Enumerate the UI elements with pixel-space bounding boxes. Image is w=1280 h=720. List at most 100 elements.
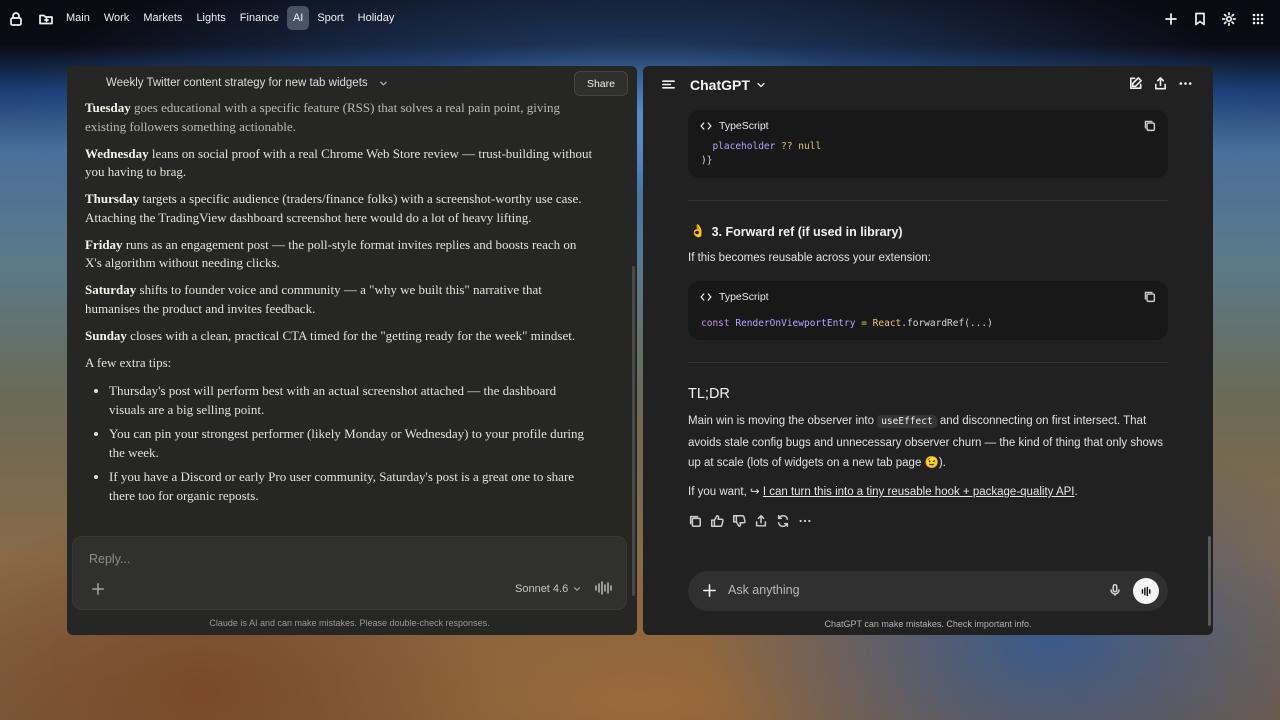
code-line: )} bbox=[701, 155, 713, 166]
voice-waveform-icon bbox=[1141, 586, 1150, 596]
copy-icon[interactable] bbox=[688, 514, 702, 533]
thumbs-up-icon[interactable] bbox=[710, 514, 724, 533]
section-title: 3. Forward ref (if used in library) bbox=[711, 224, 903, 239]
share-icon[interactable] bbox=[1153, 76, 1168, 96]
model-title: ChatGPT bbox=[690, 77, 750, 93]
prompt-box[interactable]: Ask anything bbox=[688, 571, 1168, 611]
code-token: React bbox=[872, 318, 902, 329]
code-token: forwardRef bbox=[907, 318, 965, 329]
divider bbox=[688, 362, 1168, 363]
top-bar: Main Work Markets Lights Finance AI Spor… bbox=[0, 0, 1280, 38]
nav-item-sport[interactable]: Sport bbox=[311, 6, 349, 30]
text-segment: . bbox=[1074, 486, 1078, 498]
day-label: Friday bbox=[85, 236, 123, 252]
nav-item-markets[interactable]: Markets bbox=[137, 6, 188, 30]
voice-mode-button[interactable] bbox=[1133, 578, 1159, 604]
list-item: Thursday's post will perform best with a… bbox=[109, 381, 595, 420]
more-icon[interactable] bbox=[1178, 76, 1193, 96]
disclaimer: Claude is AI and can make mistakes. Plea… bbox=[209, 618, 490, 628]
list-item: You can pin your strongest performer (li… bbox=[109, 424, 595, 463]
code-token: ?? bbox=[781, 141, 793, 152]
more-icon[interactable] bbox=[798, 514, 812, 533]
nav-item-finance[interactable]: Finance bbox=[234, 6, 285, 30]
follow-up-link[interactable]: I can turn this into a tiny reusable hoo… bbox=[763, 486, 1075, 498]
nav-item-lights[interactable]: Lights bbox=[190, 6, 231, 30]
day-label: Saturday bbox=[85, 282, 137, 297]
paragraph-text: goes educational with a specific feature… bbox=[85, 100, 561, 134]
claude-panel: Weekly Twitter content strategy for new … bbox=[67, 66, 637, 635]
microphone-icon[interactable] bbox=[1108, 583, 1122, 602]
edit-icon[interactable] bbox=[1128, 76, 1143, 96]
conversation-title-text: Weekly Twitter content strategy for new … bbox=[106, 77, 368, 89]
paragraph-wednesday: Wednesday leans on social proof with a r… bbox=[85, 145, 595, 182]
chevron-down-icon bbox=[379, 81, 387, 85]
list-item: If you have a Discord or early Pro user … bbox=[109, 467, 595, 506]
model-selector[interactable]: ChatGPT bbox=[690, 77, 767, 93]
code-language: TypeScript bbox=[700, 120, 769, 132]
disclaimer: ChatGPT can make mistakes. Check importa… bbox=[824, 619, 1032, 629]
regenerate-icon[interactable] bbox=[776, 514, 790, 533]
share-icon[interactable] bbox=[754, 514, 768, 533]
thumbs-down-icon[interactable] bbox=[732, 514, 746, 533]
code-token: = bbox=[861, 318, 867, 329]
day-label: Sunday bbox=[85, 327, 127, 343]
day-label: Wednesday bbox=[85, 145, 149, 161]
code-token: placeholder bbox=[712, 141, 776, 152]
code-icon bbox=[700, 122, 712, 130]
bookmark-icon[interactable] bbox=[1186, 5, 1214, 33]
nav-item-main[interactable]: Main bbox=[60, 6, 96, 30]
paragraph-friday: Friday runs as an engagement post — the … bbox=[85, 236, 595, 273]
section-heading: 👌 3. Forward ref (if used in library) bbox=[690, 224, 903, 239]
reply-box[interactable]: Reply... Sonnet 4.6 bbox=[72, 536, 627, 610]
code-line: placeholder ?? null bbox=[701, 141, 821, 152]
voice-icon[interactable] bbox=[594, 580, 612, 601]
inline-code: useEffect bbox=[877, 415, 937, 428]
model-label: Sonnet 4.6 bbox=[515, 583, 569, 595]
chatgpt-header: ChatGPT bbox=[643, 66, 1213, 106]
code-token: (...) bbox=[964, 318, 993, 329]
prompt-input[interactable]: Ask anything bbox=[728, 583, 800, 597]
share-button[interactable]: Share bbox=[573, 71, 628, 96]
scrollbar[interactable] bbox=[1208, 536, 1211, 626]
gear-icon[interactable] bbox=[1215, 5, 1243, 33]
model-selector[interactable]: Sonnet 4.6 bbox=[515, 583, 582, 595]
code-language-label: TypeScript bbox=[719, 291, 769, 303]
reply-input[interactable]: Reply... bbox=[89, 552, 130, 566]
lock-icon[interactable] bbox=[2, 5, 30, 33]
nav-item-ai[interactable]: AI bbox=[286, 6, 310, 30]
day-label: Tuesday bbox=[85, 100, 131, 115]
message-actions bbox=[688, 514, 812, 533]
claude-message: Tuesday goes educational with a specific… bbox=[85, 99, 595, 510]
paragraph-sunday: Sunday closes with a clean, practical CT… bbox=[85, 327, 595, 346]
plus-icon[interactable] bbox=[702, 583, 717, 603]
nav-item-holiday[interactable]: Holiday bbox=[352, 6, 401, 30]
tldr-heading: TL;DR bbox=[688, 386, 730, 402]
plus-icon[interactable] bbox=[91, 582, 105, 601]
text-segment: Main win is moving the observer into bbox=[688, 415, 878, 427]
grid-icon[interactable] bbox=[1244, 5, 1272, 33]
paragraph-text: leans on social proof with a real Chrome… bbox=[85, 145, 593, 180]
code-line: const RenderOnViewportEntry = React.forw… bbox=[701, 318, 993, 329]
code-block: TypeScript placeholder ?? null )} bbox=[688, 110, 1168, 178]
paragraph-thursday: Thursday targets a specific audience (tr… bbox=[85, 190, 595, 227]
sidebar-toggle-icon[interactable] bbox=[661, 77, 676, 97]
ok-hand-icon: 👌 bbox=[690, 224, 706, 238]
divider bbox=[688, 200, 1168, 201]
code-token: RenderOnViewportEntry bbox=[735, 318, 856, 329]
copy-icon[interactable] bbox=[1143, 290, 1156, 308]
tldr-text: Main win is moving the observer into use… bbox=[688, 411, 1173, 474]
text-segment: If you want, ↪ bbox=[688, 486, 763, 498]
code-block: TypeScript const RenderOnViewportEntry =… bbox=[688, 281, 1168, 340]
paragraph-text: runs as an engagement post — the poll-st… bbox=[85, 236, 577, 271]
scrollbar[interactable] bbox=[632, 266, 635, 596]
copy-icon[interactable] bbox=[1143, 119, 1156, 137]
paragraph-text: shifts to founder voice and community — … bbox=[85, 282, 542, 316]
plus-icon[interactable] bbox=[1157, 5, 1185, 33]
tips-list: Thursday's post will perform best with a… bbox=[109, 381, 595, 506]
chevron-down-icon bbox=[574, 587, 581, 591]
folder-icon[interactable] bbox=[32, 5, 60, 33]
nav-item-work[interactable]: Work bbox=[98, 6, 135, 30]
code-token: const bbox=[701, 318, 730, 329]
conversation-title[interactable]: Weekly Twitter content strategy for new … bbox=[106, 77, 389, 89]
chevron-down-icon bbox=[757, 82, 765, 88]
